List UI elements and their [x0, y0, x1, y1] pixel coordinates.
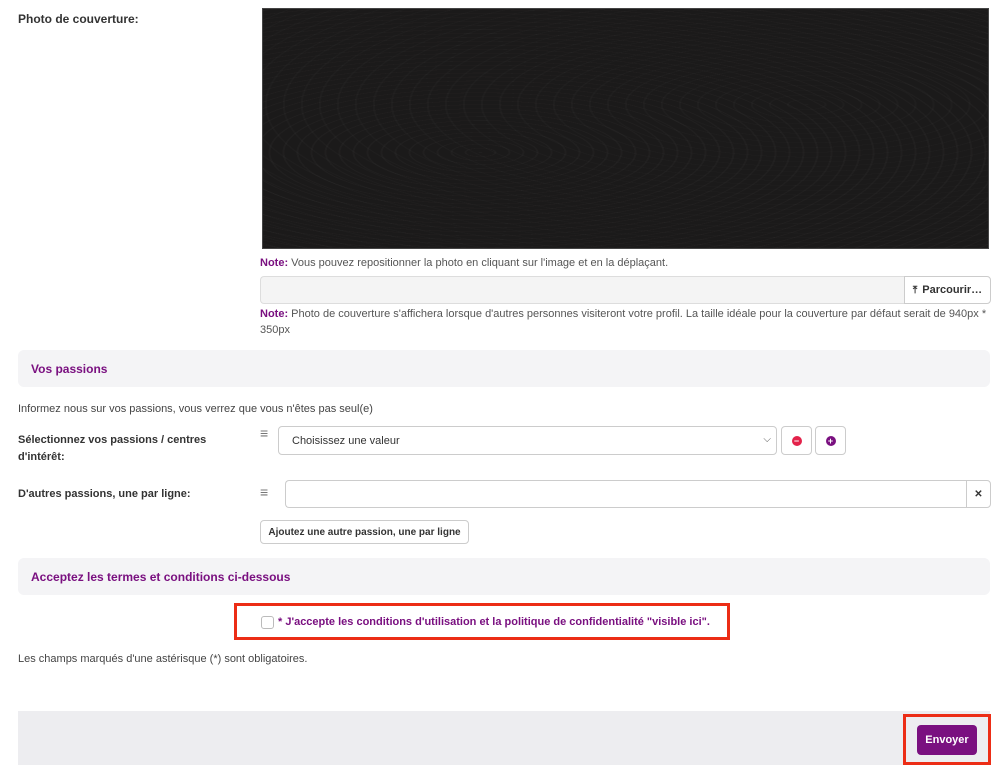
submit-button[interactable]: Envoyer	[917, 725, 977, 755]
other-passions-input[interactable]	[285, 480, 966, 508]
other-passions-label: D'autres passions, une par ligne:	[18, 488, 191, 500]
cover-file-input[interactable]	[260, 276, 904, 304]
drag-handle-icon[interactable]: ≡	[260, 485, 268, 499]
passions-intro: Informez nous sur vos passions, vous ver…	[18, 403, 373, 415]
passions-select-label: Sélectionnez vos passions / centres d'in…	[18, 434, 207, 463]
form-footer	[18, 711, 990, 765]
drag-handle-icon[interactable]: ≡	[260, 426, 268, 440]
browse-button[interactable]: ⤒ Parcourir…	[904, 276, 991, 304]
cover-photo-image[interactable]	[262, 8, 989, 249]
terms-section-header: Acceptez les termes et conditions ci-des…	[18, 558, 990, 595]
add-passion-button[interactable]: +	[815, 426, 846, 455]
cover-photo-label: Photo de couverture:	[18, 12, 139, 26]
passions-section-header: Vos passions	[18, 350, 990, 387]
passions-select[interactable]: Choisissez une valeur ⌵	[278, 426, 777, 455]
minus-circle-icon: −	[791, 435, 802, 446]
clear-input-button[interactable]: ✕	[966, 480, 991, 508]
close-icon: ✕	[974, 488, 983, 500]
cover-size-note: Note: Photo de couverture s'affichera lo…	[260, 308, 987, 336]
remove-passion-button[interactable]: −	[781, 426, 812, 455]
accept-terms-label[interactable]: * J'accepte les conditions d'utilisation…	[278, 616, 710, 628]
accept-terms-checkbox[interactable]	[261, 616, 274, 629]
cover-reposition-note: Note: Vous pouvez repositionner la photo…	[260, 257, 669, 269]
add-other-passion-button[interactable]: Ajoutez une autre passion, une par ligne	[260, 520, 469, 544]
chevron-down-icon: ⌵	[763, 434, 771, 445]
required-fields-note: Les champs marqués d'une astérisque (*) …	[18, 653, 308, 665]
plus-circle-icon: +	[825, 435, 836, 446]
upload-icon: ⤒	[912, 284, 918, 296]
